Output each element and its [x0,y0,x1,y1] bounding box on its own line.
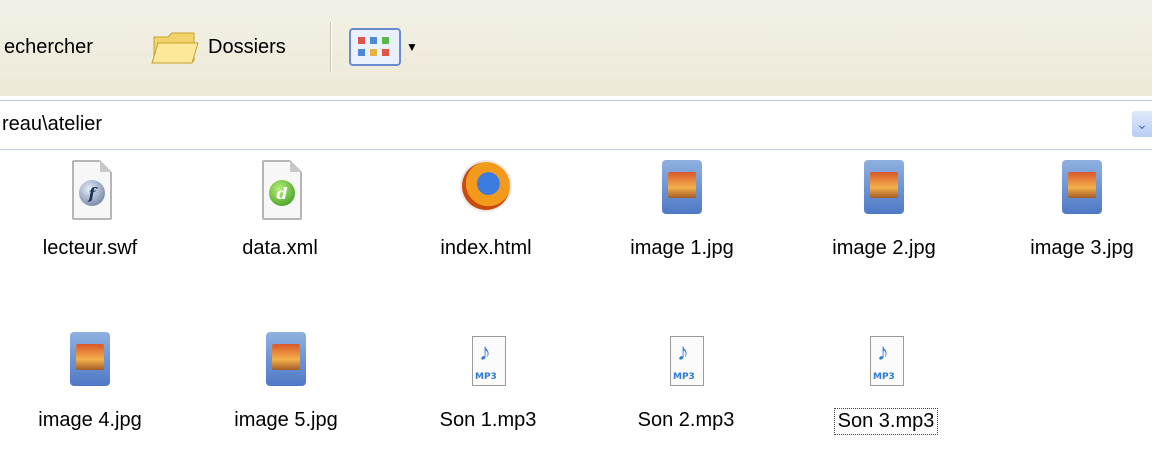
folder-icon [151,32,199,64]
file-name: Son 2.mp3 [637,409,735,431]
file-item-image-4[interactable]: image 4.jpg [0,330,180,433]
jpg-image-icon [854,158,914,222]
file-item-son-2[interactable]: ♪ MP3 Son 2.mp3 [596,330,776,433]
toolbar: echercher Dossiers ▼ [0,0,1152,96]
file-item-lecteur-swf[interactable]: f lecteur.swf [0,158,180,261]
file-name: index.html [440,237,532,259]
mp3-file-icon: ♪ MP3 [856,330,916,394]
file-item-image-2[interactable]: image 2.jpg [794,158,974,261]
file-item-image-3[interactable]: image 3.jpg [992,158,1152,261]
jpg-image-icon [60,330,120,394]
file-name-selected: Son 3.mp3 [833,408,939,435]
folders-label: Dossiers [208,35,286,58]
jpg-image-icon [652,158,712,222]
file-item-son-1[interactable]: ♪ MP3 Son 1.mp3 [398,330,578,433]
mp3-file-icon: ♪ MP3 [458,330,518,394]
file-item-son-3[interactable]: ♪ MP3 Son 3.mp3 [796,330,976,435]
file-name: Son 1.mp3 [439,409,537,431]
file-item-image-1[interactable]: image 1.jpg [592,158,772,261]
xml-file-icon: d [250,158,310,222]
file-item-index-html[interactable]: index.html [396,158,576,261]
file-name: image 1.jpg [630,237,734,259]
firefox-html-icon [456,158,516,222]
address-dropdown-chevron-icon[interactable]: ⌄ [1132,111,1152,137]
jpg-image-icon [256,330,316,394]
file-name: image 4.jpg [38,409,142,431]
toolbar-separator [330,22,331,72]
file-name: lecteur.swf [42,237,138,259]
chevron-down-icon: ▼ [406,40,418,54]
views-icon [349,28,401,66]
jpg-image-icon [1052,158,1112,222]
file-name: data.xml [242,237,318,259]
folders-button[interactable]: Dossiers [150,30,286,64]
search-button[interactable]: echercher [4,30,93,64]
views-button[interactable]: ▼ [348,28,418,66]
flash-file-icon: f [60,158,120,222]
search-label: echercher [4,35,93,58]
file-name: image 3.jpg [1030,237,1134,259]
file-item-data-xml[interactable]: d data.xml [190,158,370,261]
file-name: image 2.jpg [832,237,936,259]
mp3-file-icon: ♪ MP3 [656,330,716,394]
address-path: reau\atelier [2,113,103,135]
file-name: image 5.jpg [234,409,338,431]
address-bar[interactable]: reau\atelier ⌄ [0,100,1152,150]
file-item-image-5[interactable]: image 5.jpg [196,330,376,433]
